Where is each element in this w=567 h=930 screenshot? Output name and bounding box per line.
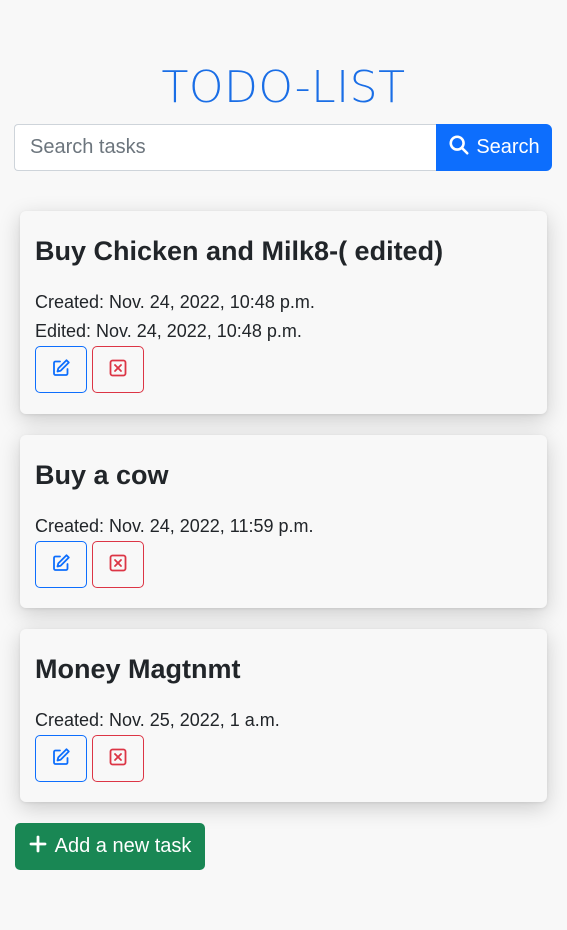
search-button-label: Search (476, 136, 540, 158)
task-edited: Edited: Nov. 24, 2022, 10:48 p.m. (35, 321, 302, 341)
delete-task-button[interactable] (92, 541, 144, 588)
edit-task-button[interactable] (35, 541, 87, 588)
pencil-square-icon (51, 358, 71, 381)
todo-page: TODO-LIST Search Buy Chicken and Milk8-(… (0, 0, 567, 930)
x-square-icon (108, 553, 128, 576)
search-button[interactable]: Search (436, 124, 552, 171)
task-title: Money Magtnmt (35, 654, 241, 684)
task-card: Buy Chicken and Milk8-( edited) Created:… (20, 211, 547, 414)
task-card: Money Magtnmt Created: Nov. 25, 2022, 1 … (20, 629, 547, 802)
task-created: Created: Nov. 24, 2022, 10:48 p.m. (35, 292, 315, 312)
pencil-square-icon (51, 553, 71, 576)
add-task-button[interactable]: Add a new task (15, 823, 205, 870)
x-square-icon (108, 358, 128, 381)
add-task-label: Add a new task (54, 835, 192, 857)
task-created: Created: Nov. 25, 2022, 1 a.m. (35, 710, 280, 730)
task-title: Buy a cow (35, 460, 169, 490)
task-card: Buy a cow Created: Nov. 24, 2022, 11:59 … (20, 435, 547, 608)
plus-icon (29, 835, 47, 859)
page-title: TODO-LIST (161, 62, 406, 113)
task-actions (35, 541, 532, 588)
edit-task-button[interactable] (35, 735, 87, 782)
search-icon (448, 134, 470, 162)
task-actions (35, 346, 532, 393)
x-square-icon (108, 747, 128, 770)
task-created: Created: Nov. 24, 2022, 11:59 p.m. (35, 516, 314, 536)
search-form: Search (14, 124, 552, 171)
pencil-square-icon (51, 747, 71, 770)
search-input[interactable] (14, 124, 436, 171)
edit-task-button[interactable] (35, 346, 87, 393)
task-title: Buy Chicken and Milk8-( edited) (35, 236, 444, 266)
delete-task-button[interactable] (92, 735, 144, 782)
task-actions (35, 735, 532, 782)
delete-task-button[interactable] (92, 346, 144, 393)
